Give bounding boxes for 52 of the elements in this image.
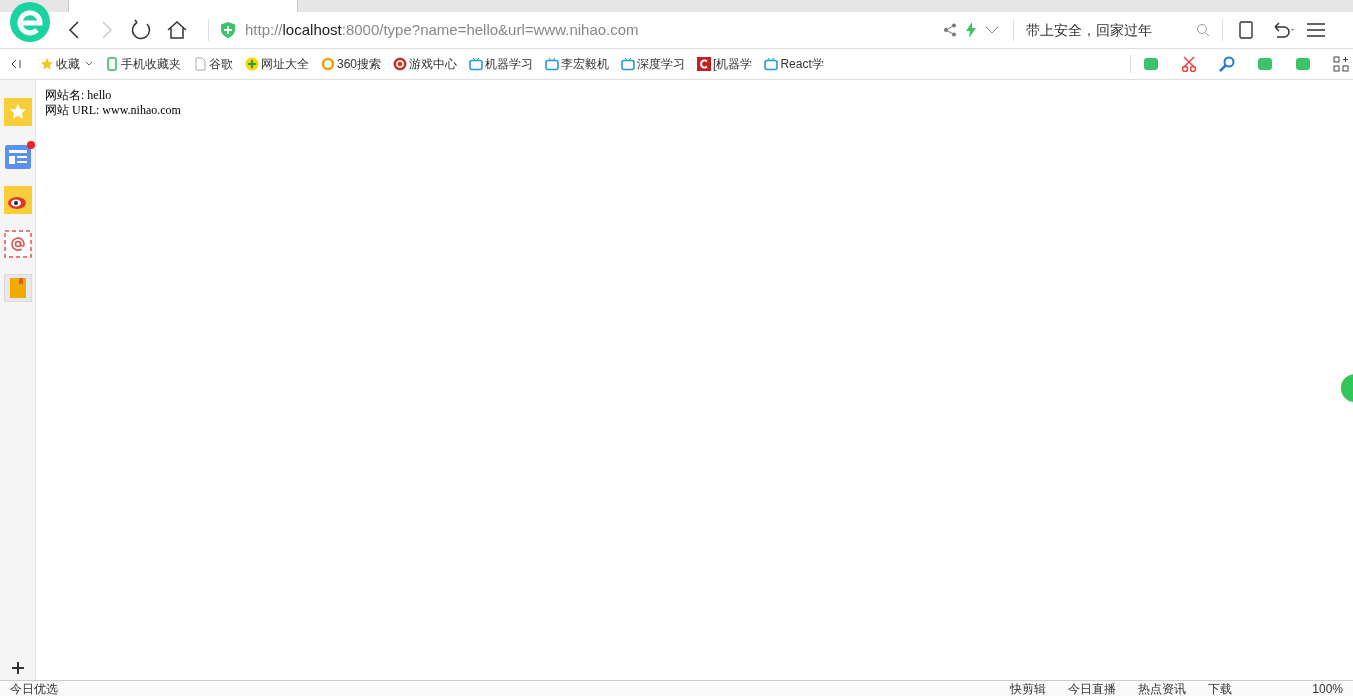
game-icon — [393, 57, 408, 71]
tv-icon — [469, 57, 484, 71]
bookmark-item[interactable]: 机器学习 — [469, 55, 534, 73]
chevron-down-icon[interactable] — [85, 61, 93, 67]
undo-icon[interactable] — [1271, 21, 1297, 39]
status-item[interactable]: 下载 — [1208, 681, 1233, 696]
bookmark-item[interactable]: React学 — [764, 55, 824, 73]
magnifier-icon[interactable] — [1219, 56, 1235, 72]
home-icon[interactable] — [166, 19, 188, 41]
lightning-icon[interactable] — [965, 22, 977, 38]
news-icon[interactable] — [3, 142, 32, 170]
apps-icon[interactable] — [1333, 56, 1349, 72]
address-field[interactable]: http://localhost:8000/type?name=hello&url=www.nihao.com — [245, 18, 935, 42]
shield-icon — [221, 22, 235, 38]
reload-icon[interactable] — [130, 19, 152, 41]
phone-icon — [105, 57, 119, 71]
bookmark-item[interactable]: 深度学习 — [621, 55, 686, 73]
bookmark-item[interactable]: 手机收藏夹 — [105, 55, 181, 73]
bookmark-item[interactable]: 网址大全 — [245, 55, 309, 73]
share-icon[interactable] — [943, 23, 957, 37]
page-text: 网站名: hello — [45, 88, 112, 103]
status-item[interactable]: 今日直播 — [1068, 681, 1117, 696]
search-icon[interactable] — [1196, 23, 1210, 37]
bookmark-item[interactable]: 谷歌 — [193, 55, 233, 73]
bookmark-item[interactable]: 360搜索 — [321, 55, 382, 73]
at-sign-icon[interactable] — [3, 230, 32, 258]
page-icon — [193, 57, 207, 71]
add-icon[interactable] — [11, 662, 24, 674]
status-text[interactable]: 今日优选 — [10, 681, 58, 696]
plus-circle-icon — [245, 57, 259, 71]
menu-icon[interactable] — [1307, 22, 1325, 38]
status-item[interactable]: 快剪辑 — [1010, 681, 1047, 696]
phone-icon[interactable] — [1239, 21, 1253, 39]
page-text: 网站 URL: www.nihao.com — [45, 103, 181, 118]
c-logo-icon — [697, 57, 712, 71]
bookmark-item[interactable]: 游戏中心 — [393, 55, 458, 73]
eye-icon[interactable] — [3, 186, 32, 214]
bookmark-item[interactable]: 收藏 — [40, 55, 93, 73]
chevron-down-icon[interactable] — [985, 25, 999, 35]
collapse-icon[interactable] — [10, 58, 22, 70]
scissors-icon[interactable] — [1181, 56, 1197, 72]
star-icon — [40, 57, 54, 71]
ring-icon — [321, 57, 335, 71]
bookmark-item[interactable]: 李宏毅机 — [545, 55, 610, 73]
tv-icon — [621, 57, 636, 71]
bookmark-item[interactable]: [机器学 — [697, 55, 753, 73]
zoom-level[interactable]: 100% — [1312, 681, 1343, 696]
search-field[interactable]: 带上安全，回家过年 — [1020, 19, 1210, 41]
tv-icon — [764, 57, 779, 71]
tv-icon — [545, 57, 560, 71]
status-item[interactable]: 热点资讯 — [1138, 681, 1187, 696]
book-icon[interactable] — [3, 274, 32, 302]
